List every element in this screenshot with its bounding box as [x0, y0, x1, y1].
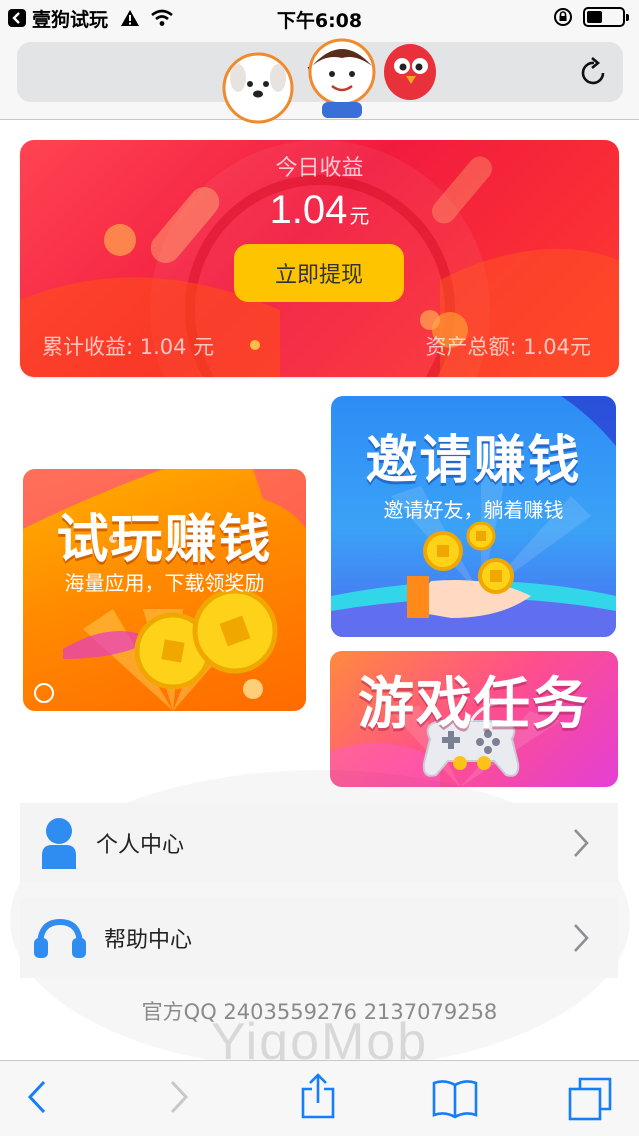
trial-subtitle: 海量应用，下载领奖励: [64, 571, 265, 595]
game-title: 游戏任务: [358, 672, 590, 737]
forward-icon[interactable]: [168, 1079, 190, 1119]
warning-icon: [120, 9, 140, 27]
back-icon[interactable]: [26, 1079, 48, 1119]
reload-icon[interactable]: [579, 56, 609, 92]
mascot-decoration: [222, 38, 436, 124]
menu-label-help: 帮助中心: [104, 928, 193, 953]
earnings-unit: 元: [349, 206, 370, 228]
official-qq-contact: 官方QQ 2403559276 2137079258: [141, 1000, 498, 1024]
today-earnings-label: 今日收益: [275, 156, 364, 181]
headset-icon: [34, 918, 86, 958]
trial-earn-tile[interactable]: 试玩赚钱 海量应用，下载领奖励: [23, 469, 306, 711]
battery-icon: [583, 7, 629, 27]
share-icon[interactable]: [300, 1073, 336, 1123]
bookmarks-icon[interactable]: [432, 1079, 478, 1123]
back-app-label: 壹狗试玩: [32, 8, 109, 31]
invite-earn-tile[interactable]: 邀请赚钱 邀请好友，躺着赚钱: [331, 396, 616, 637]
wifi-icon: [150, 9, 174, 27]
browser-toolbar: [0, 1060, 639, 1136]
browser-address-area: vig: [0, 36, 639, 124]
tabs-icon[interactable]: [568, 1077, 614, 1125]
total-assets: 资产总额: 1.04元: [425, 335, 591, 359]
menu-label-profile: 个人中心: [96, 833, 185, 858]
assistive-touch-icon[interactable]: [34, 683, 54, 703]
menu-item-profile[interactable]: 个人中心: [20, 803, 618, 883]
invite-subtitle: 邀请好友，躺着赚钱: [383, 498, 564, 522]
cumulative-earnings: 累计收益: 1.04 元: [42, 335, 215, 359]
trial-title: 试玩赚钱: [56, 510, 273, 570]
rotation-lock-icon: [553, 7, 573, 27]
today-earnings-amount: 1.04 元: [20, 188, 619, 233]
status-bar: 壹狗试玩 下午6:08: [0, 0, 639, 36]
chevron-right-icon: [572, 922, 590, 958]
withdraw-button[interactable]: 立即提现: [234, 244, 404, 302]
invite-title: 邀请赚钱: [365, 431, 582, 491]
chevron-right-icon: [572, 827, 590, 863]
back-to-app-button[interactable]: 壹狗试玩: [8, 5, 174, 32]
earnings-value: 1.04: [269, 188, 348, 232]
user-icon: [40, 817, 78, 869]
battery-fill: [587, 11, 603, 23]
menu-item-help[interactable]: 帮助中心: [20, 898, 618, 978]
earnings-card: 今日收益 1.04 元 立即提现 累计收益: 1.04 元 资产总额: 1.04元: [20, 140, 619, 377]
back-chevron-icon: [8, 9, 26, 27]
game-task-tile[interactable]: 游戏任务: [330, 651, 618, 787]
